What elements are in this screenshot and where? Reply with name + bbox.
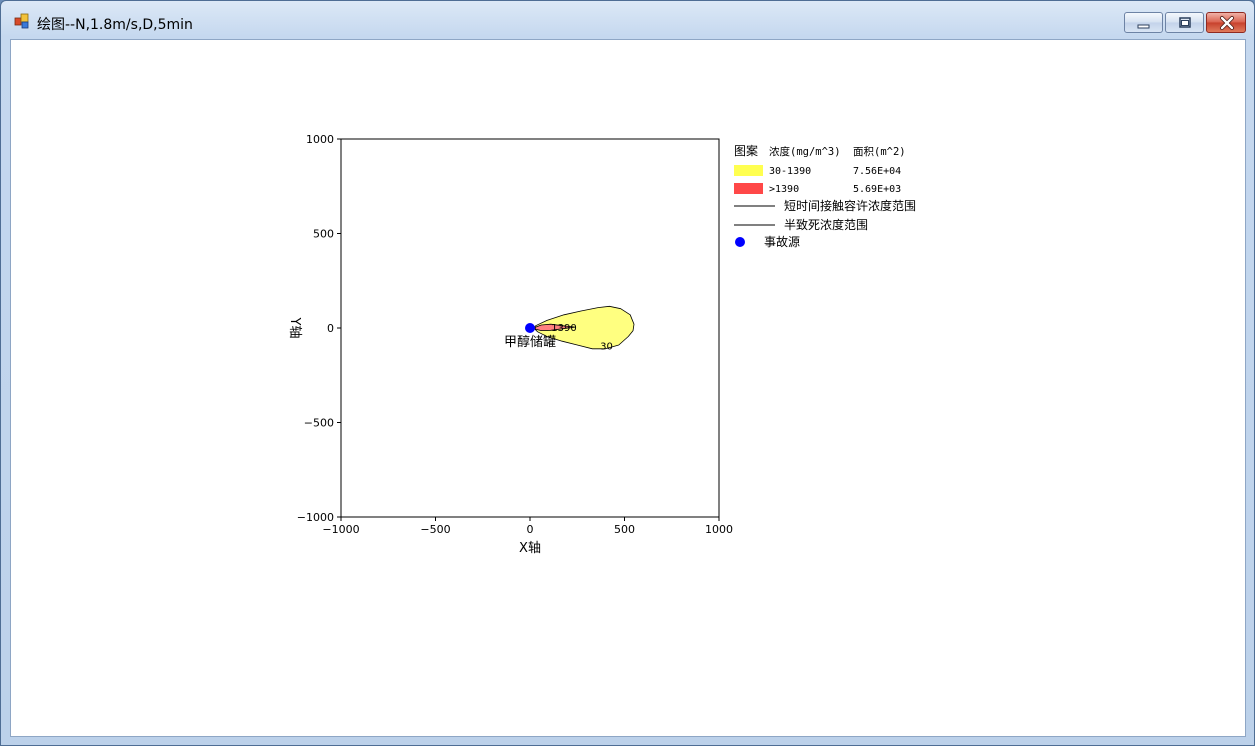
y-tick-label: 1000: [306, 133, 334, 146]
x-tick-label: 1000: [705, 523, 733, 536]
legend-source-marker: [735, 237, 745, 247]
source-marker: [525, 323, 535, 333]
plot-window: 绘图--N,1.8m/s,D,5min 1390 30 −1000 −500 0…: [0, 0, 1255, 746]
minimize-button[interactable]: [1124, 12, 1163, 33]
maximize-button[interactable]: [1165, 12, 1204, 33]
client-area: 1390 30 −1000 −500 0 500 1000 1000 500 0 −500 −10…: [10, 39, 1246, 737]
close-button[interactable]: [1206, 12, 1246, 33]
y-tick-label: 500: [313, 228, 334, 241]
y-tick-label: −1000: [297, 511, 334, 524]
x-tick-label: −500: [420, 523, 450, 536]
legend-range: >1390: [769, 184, 799, 195]
legend-header-concentration: 浓度(mg/m^3): [769, 145, 841, 158]
minimize-icon: [1137, 24, 1150, 29]
y-axis: 1000 500 0 −500 −1000: [297, 133, 341, 524]
legend-area: 5.69E+03: [853, 184, 901, 195]
contour-label: 1390: [551, 323, 576, 334]
legend-source-label: 事故源: [764, 234, 800, 249]
title-bar[interactable]: 绘图--N,1.8m/s,D,5min: [1, 1, 1254, 39]
x-axis-label: X轴: [519, 541, 541, 556]
source-label: 甲醇储罐: [504, 334, 556, 350]
legend-range: 30-1390: [769, 166, 811, 177]
y-tick-label: −500: [304, 417, 334, 430]
dispersion-chart: 139030 −1000 −500 0 500 1000 10005000−500−10…: [287, 133, 916, 556]
close-icon: [1220, 16, 1234, 30]
window-title: 绘图--N,1.8m/s,D,5min: [37, 17, 193, 33]
legend: 图案 浓度(mg/m^3) 面积(m^2) 30-1390 7.56E+04 >…: [734, 143, 916, 249]
maximize-icon: [1179, 17, 1191, 28]
x-tick-label: 500: [614, 523, 635, 536]
legend-area: 7.56E+04: [853, 166, 901, 177]
legend-swatch-yellow: [734, 165, 763, 176]
x-tick-label: −1000: [322, 523, 359, 536]
legend-line-label: 短时间接触容许浓度范围: [784, 198, 916, 213]
x-axis: −1000 −500 0 500 1000: [322, 517, 733, 536]
y-axis-label: Y轴: [287, 317, 302, 339]
legend-swatch-red: [734, 183, 763, 194]
legend-header-pattern: 图案: [734, 143, 758, 158]
legend-header-area: 面积(m^2): [853, 146, 906, 158]
app-icon: [14, 13, 29, 29]
legend-line-label: 半致死浓度范围: [784, 217, 868, 232]
y-tick-label: 0: [327, 322, 334, 335]
x-tick-label: 0: [527, 523, 534, 536]
contour-label: 30: [600, 342, 613, 353]
